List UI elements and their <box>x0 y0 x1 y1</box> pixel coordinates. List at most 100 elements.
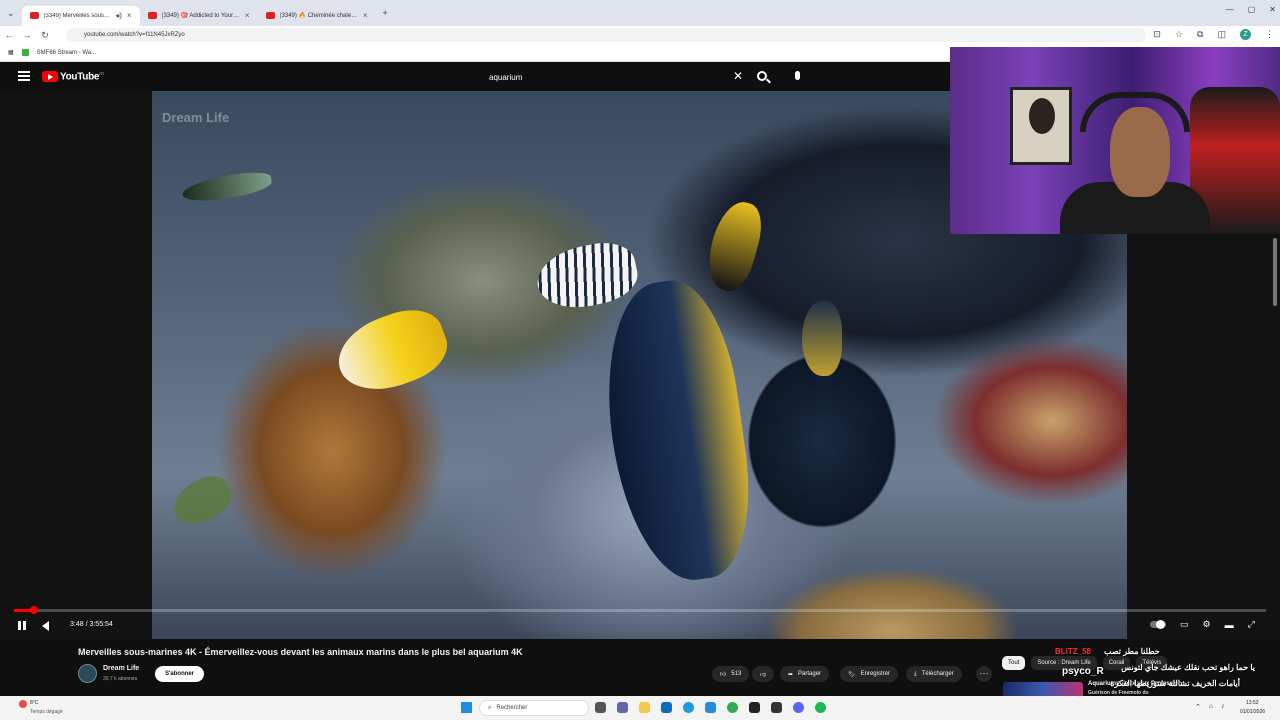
mail-icon[interactable] <box>705 702 716 713</box>
profile-avatar[interactable]: Z <box>1240 29 1251 40</box>
browser-menu-icon[interactable]: ⋮ <box>1265 29 1274 40</box>
teams-icon[interactable] <box>617 702 628 713</box>
hamburger-menu-icon[interactable] <box>18 71 30 81</box>
chat-message: أيامات الخريف تشالله ستوريطها الفكرة <box>1110 679 1240 688</box>
thumbs-down-icon: 👎︎ <box>760 672 767 678</box>
file-explorer-icon[interactable] <box>639 702 650 713</box>
dislike-button[interactable]: 👎︎ <box>752 666 775 682</box>
bookmark-favicon-icon <box>21 49 29 56</box>
store-icon[interactable] <box>661 702 672 713</box>
more-actions-button[interactable]: ⋯ <box>976 666 992 682</box>
youtube-favicon-icon <box>265 12 275 19</box>
new-tab-button[interactable]: + <box>376 8 395 18</box>
thumbs-up-icon: 👍︎ <box>720 672 727 678</box>
download-label: Télécharger <box>921 671 954 677</box>
obs-icon[interactable] <box>749 702 760 713</box>
chip-all[interactable]: Tout <box>1002 656 1026 670</box>
butterflyfish-image <box>531 236 643 316</box>
subscribe-button[interactable]: S'abonner <box>155 666 205 682</box>
discord-icon[interactable] <box>793 702 804 713</box>
browser-tab-1[interactable]: (3349) Merveilles sous-mar... ◂) × <box>21 5 140 26</box>
channel-watermark: Dream Life <box>162 110 230 125</box>
tab-title: (3349) 🔥 Cheminée chaleureu... <box>279 13 358 19</box>
save-button[interactable]: 🔖︎ Enregistrer <box>840 666 898 682</box>
network-icon[interactable]: ⌂ <box>1209 703 1213 711</box>
apps-icon[interactable]: ▦ <box>8 49 14 56</box>
bookmark-star-icon[interactable]: ☆ <box>1175 29 1183 40</box>
weather-description: Temps dégagé <box>30 709 63 715</box>
windows-start-icon[interactable] <box>461 702 472 713</box>
maximize-icon[interactable]: ▢ <box>1248 5 1256 14</box>
task-view-icon[interactable] <box>595 702 606 713</box>
weather-icon[interactable] <box>19 700 27 708</box>
browser-tab-strip: ⌄ (3349) Merveilles sous-mar... ◂) × (33… <box>0 0 1280 26</box>
channel-avatar[interactable] <box>78 664 97 683</box>
like-button[interactable]: 👍︎ 513 <box>712 666 750 682</box>
reload-icon[interactable]: ↻ <box>36 30 54 41</box>
youtube-logo-text[interactable]: YouTubeFR <box>60 71 104 82</box>
tab-mute-icon[interactable]: ◂) <box>115 11 122 20</box>
chrome-icon[interactable] <box>727 702 738 713</box>
theater-mode-icon[interactable]: ▬ <box>1225 620 1234 630</box>
address-bar-actions: ⊡ ☆ ⧉ ◫ Z ⋮ <box>1153 29 1274 40</box>
share-button[interactable]: ➦ Partager <box>780 666 830 682</box>
progress-bar[interactable] <box>14 609 1266 612</box>
volume-icon[interactable] <box>42 621 49 631</box>
share-icon: ➦ <box>788 671 794 678</box>
url-field[interactable]: youtube.com/watch?v=f11N45JxRZyo <box>66 28 1146 42</box>
small-fish-image <box>180 168 274 206</box>
chat-message: حطلنا مطر تصب <box>1104 647 1160 656</box>
autoplay-toggle[interactable] <box>1150 620 1166 629</box>
taskbar-search-placeholder: Rechercher <box>496 705 528 711</box>
show-hidden-icons-icon[interactable]: ⌃ <box>1195 703 1201 711</box>
youtube-favicon-icon <box>147 12 157 19</box>
close-window-icon[interactable]: ✕ <box>1269 5 1276 14</box>
taskbar-search[interactable]: ⌕ Rechercher <box>479 700 589 716</box>
yellow-fish-image <box>328 299 456 403</box>
search-icon[interactable] <box>757 71 767 81</box>
headset-image <box>1080 92 1190 132</box>
fullscreen-icon[interactable]: ⤢ <box>1248 619 1255 630</box>
fish-fin-image <box>701 196 768 296</box>
player-letterbox-right <box>1127 234 1280 639</box>
forward-icon[interactable]: → <box>18 30 36 40</box>
browser-tab-2[interactable]: (3349) 🎯 Addicted to Your Fl... × <box>140 6 258 26</box>
back-icon[interactable]: ← <box>0 30 18 40</box>
pause-icon[interactable] <box>18 621 26 630</box>
bookmark-item[interactable]: SMF66 Stream - Wa... <box>37 50 96 56</box>
browser-tab-3[interactable]: (3349) 🔥 Cheminée chaleureu... × <box>258 6 376 26</box>
download-button[interactable]: ⤓ Télécharger <box>906 666 962 682</box>
search-input[interactable] <box>482 68 752 86</box>
video-title: Merveilles sous-marines 4K - Émerveillez… <box>78 647 523 657</box>
progress-scrubber[interactable] <box>30 606 39 614</box>
tab-close-icon[interactable]: × <box>245 11 250 20</box>
tab-title: (3349) 🎯 Addicted to Your Fl... <box>161 13 240 19</box>
extensions-icon[interactable]: ⧉ <box>1197 29 1203 40</box>
settings-icon[interactable]: ⚙ <box>1203 619 1211 630</box>
edge-icon[interactable] <box>683 702 694 713</box>
page-scrollbar-thumb[interactable] <box>1273 238 1277 306</box>
chat-username: psyco_R <box>1062 666 1104 677</box>
sidebar-icon[interactable]: ◫ <box>1217 29 1226 40</box>
share-label: Partager <box>798 671 822 677</box>
install-app-icon[interactable]: ⊡ <box>1153 29 1161 40</box>
weather-temperature[interactable]: 8°C <box>30 700 38 706</box>
microphone-icon[interactable] <box>795 71 800 80</box>
channel-name[interactable]: Dream Life <box>103 665 139 672</box>
spotify-icon[interactable] <box>815 702 826 713</box>
like-count: 513 <box>731 671 742 677</box>
search-icon: ⌕ <box>488 704 492 711</box>
minimize-icon[interactable]: — <box>1226 5 1234 14</box>
clock-date[interactable]: 01/01/2026 <box>1240 709 1265 715</box>
clear-search-icon[interactable]: ✕ <box>733 69 743 83</box>
subtitles-icon[interactable]: ▭ <box>1180 619 1189 630</box>
speaker-icon[interactable]: ♪ <box>1221 703 1225 711</box>
app-icon[interactable] <box>771 702 782 713</box>
tab-search-icon[interactable]: ⌄ <box>0 8 22 19</box>
system-tray: ⌃ ⌂ ♪ <box>1195 703 1225 711</box>
bookmark-icon: 🔖︎ <box>848 671 856 678</box>
tab-close-icon[interactable]: × <box>127 11 132 20</box>
tab-close-icon[interactable]: × <box>363 11 368 20</box>
youtube-logo-icon[interactable] <box>42 71 58 82</box>
clock-time[interactable]: 13:52 <box>1246 700 1259 706</box>
